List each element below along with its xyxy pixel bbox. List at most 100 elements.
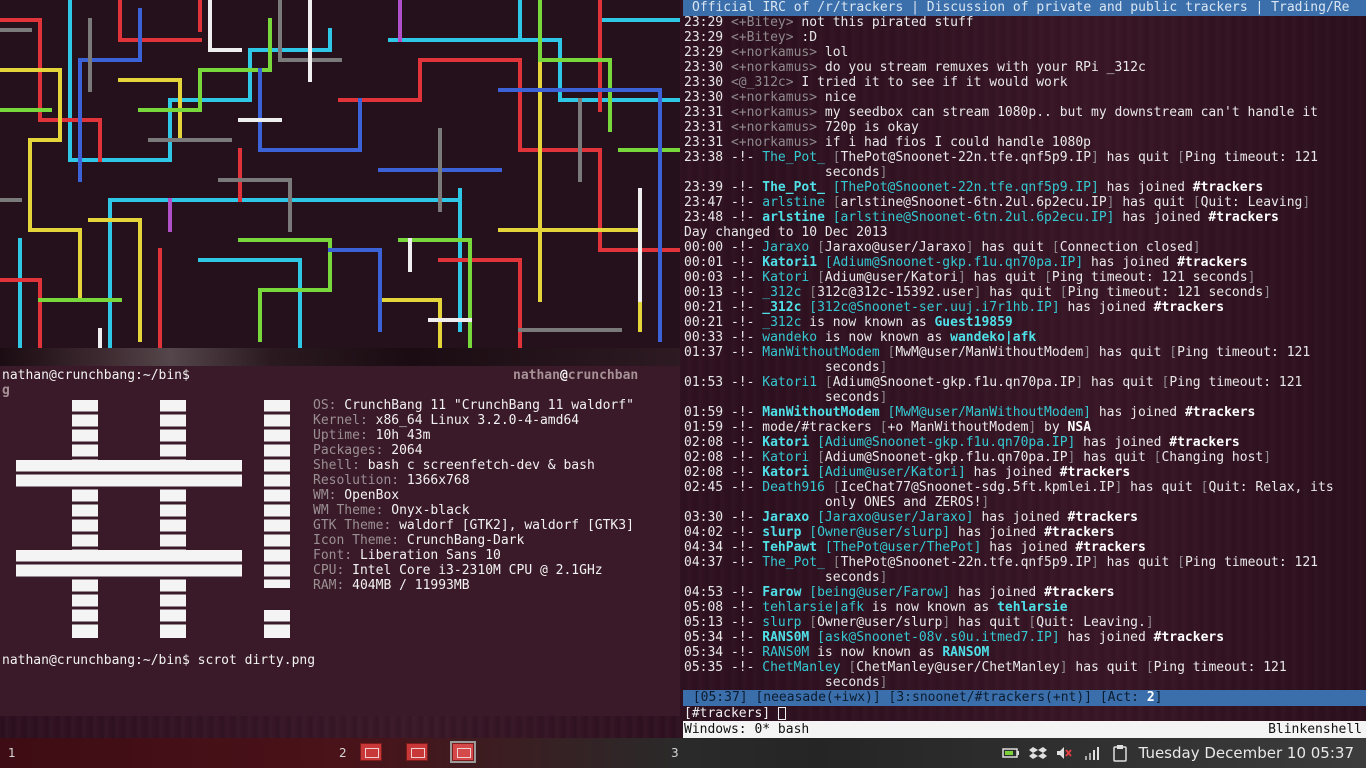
pipes-terminal[interactable] <box>0 0 680 348</box>
chat-segment: has quit <box>1083 375 1162 390</box>
info-key: Uptime: <box>313 428 368 443</box>
chat-segment: Katori <box>762 465 810 480</box>
chat-segment: ] <box>879 390 888 405</box>
chat-segment: ThePot@Snoonet-22n.tfe.qnf5p9.IP <box>840 555 1092 570</box>
terminal-command: nathan@crunchbang:~/bin$ scrot dirty.png <box>2 653 316 668</box>
chat-segment: -!- <box>730 480 763 495</box>
chat-segment: ] <box>879 675 888 690</box>
chat-segment: has quit <box>1114 195 1193 210</box>
chat-segment: seconds <box>684 675 880 690</box>
chat-segment: Ping timeout: 121 seconds <box>1051 270 1248 285</box>
prompt-wrap: g <box>2 383 10 398</box>
chat-line: 23:39 -!- The_Pot_ [ThePot@Snoonet-22n.t… <box>684 180 1364 195</box>
clock[interactable]: Tuesday December 10 05:37 <box>1139 744 1354 762</box>
crunchbang-logo <box>16 400 296 638</box>
chat-segment: -!- <box>730 210 763 225</box>
chat-segment: 23:29 <box>684 45 731 60</box>
chat-segment: -!- <box>730 585 763 600</box>
chat-segment: -!- <box>730 405 763 420</box>
chat-segment: 00:21 <box>684 315 731 330</box>
chat-line: 02:08 -!- Katori [Adium@Snoonet-gkp.f1u.… <box>684 435 1364 450</box>
chat-line: 00:33 -!- wandeko is now known as wandek… <box>684 330 1364 345</box>
chat-line: 23:47 -!- arlstine [arlstine@Snoonet-6tn… <box>684 195 1364 210</box>
chat-segment: -!- <box>730 315 763 330</box>
chat-segment: ManWithoutModem <box>762 405 880 420</box>
chat-segment: tehlarsie <box>997 600 1068 615</box>
info-key: WM Theme: <box>313 503 384 518</box>
chat-segment: Jaraxo <box>762 240 810 255</box>
chat-segment: +o ManWithoutModem <box>887 420 1029 435</box>
chat-segment: 05:13 <box>684 615 731 630</box>
chat-segment: Adium@user/Katori <box>824 270 958 285</box>
chat-segment: mode/#trackers <box>762 420 880 435</box>
chat-line: 23:29 <+norkamus> lol <box>684 45 1364 60</box>
info-row: Uptime: 10h 43m <box>313 428 430 443</box>
chat-segment: -!- <box>730 600 763 615</box>
chat-segment: Death916 <box>762 480 825 495</box>
dropbox-icon[interactable] <box>1029 744 1047 762</box>
chat-segment: #trackers <box>1067 510 1138 525</box>
chat-segment: -!- <box>730 525 763 540</box>
screenfetch-terminal[interactable]: nathan@crunchbang:~/bin$ nathan@crunchba… <box>0 348 680 716</box>
info-value: CrunchBang 11 "CrunchBang 11 waldorf" <box>336 398 634 413</box>
chat-log: 23:29 <+Bitey> not this pirated stuff 23:… <box>684 15 1364 690</box>
chat-segment: has quit <box>973 240 1052 255</box>
workspace-1[interactable]: 1 <box>8 746 16 760</box>
chat-segment: my seedbox can stream 1080p.. but my dow… <box>817 105 1318 120</box>
info-key: Kernel: <box>313 413 368 428</box>
chat-line: 01:53 -!- Katori1 [Adium@Snoonet-gkp.f1u… <box>684 375 1364 390</box>
chat-segment: RANS0M <box>762 645 810 660</box>
battery-icon[interactable] <box>1002 744 1020 762</box>
network-signal-icon[interactable] <box>1083 744 1101 762</box>
chat-segment: do you stream remuxes with your RPi _312… <box>817 60 1146 75</box>
chat-input-line[interactable]: [#trackers] <box>684 706 1364 721</box>
tmux-window-bar: Windows: 0* bash Blinkenshell <box>683 721 1366 738</box>
info-row: WM: OpenBox <box>313 488 399 503</box>
chat-line: seconds] <box>684 360 1364 375</box>
chat-segment: #trackers <box>1059 465 1131 480</box>
chat-segment: has joined <box>1075 435 1170 450</box>
status-window: [3:snoonet/#trackers(+nt)] <box>880 690 1093 705</box>
chat-segment: -!- <box>730 255 763 270</box>
chat-segment: 02:08 <box>684 435 731 450</box>
chat-segment: ] <box>965 240 974 255</box>
chat-segment: 00:03 <box>684 270 731 285</box>
workspace-2[interactable]: 2 <box>339 746 347 760</box>
chat-segment: [Adium@Snoonet-gkp.f1u.qn70pa.IP] <box>809 435 1076 450</box>
task-button-1[interactable] <box>360 743 382 761</box>
chat-segment: 00:21 <box>684 300 731 315</box>
chat-segment: Katori <box>762 435 810 450</box>
chat-segment: [ <box>824 480 841 495</box>
chat-segment: has joined <box>1059 630 1154 645</box>
chat-segment: has joined <box>1091 405 1185 420</box>
chat-segment: 05:08 <box>684 600 731 615</box>
chat-line: 02:45 -!- Death916 [IceChat77@Snoonet-sd… <box>684 480 1364 495</box>
chat-segment: arlstine <box>762 195 825 210</box>
chat-segment: <+norkamus> <box>730 60 818 75</box>
chat-segment: #trackers <box>1177 255 1248 270</box>
chat-segment: #trackers <box>1044 585 1115 600</box>
chat-segment: Ping timeout: 121 <box>1169 375 1303 390</box>
status-time: [05:37] <box>685 690 748 705</box>
task-button-3[interactable] <box>450 741 476 763</box>
chat-segment: <+norkamus> <box>730 45 818 60</box>
chat-segment: Jaraxo <box>762 510 810 525</box>
volume-muted-icon[interactable] <box>1055 744 1073 762</box>
info-value: 1366x768 <box>399 473 470 488</box>
clipboard-icon[interactable] <box>1111 744 1129 762</box>
chat-segment: 04:34 <box>684 540 731 555</box>
chat-line: 00:13 -!- _312c [312c@312c-15392.user] h… <box>684 285 1364 300</box>
tmux-windows-list[interactable]: Windows: 0* bash <box>684 722 809 737</box>
chat-line: 23:48 -!- arlstine [arlstine@Snoonet-6tn… <box>684 210 1364 225</box>
info-row: OS: CrunchBang 11 "CrunchBang 11 waldorf… <box>313 398 634 413</box>
wallpaper-strip <box>0 348 680 366</box>
chat-segment: slurp <box>762 615 802 630</box>
task-button-2[interactable] <box>406 743 428 761</box>
irssi-terminal[interactable]: Official IRC of /r/trackers | Discussion… <box>683 0 1366 738</box>
chat-segment: 04:53 <box>684 585 731 600</box>
chat-line: 23:31 <+norkamus> my seedbox can stream … <box>684 105 1364 120</box>
chat-segment: has joined <box>973 510 1068 525</box>
chat-line: 23:30 <+norkamus> do you stream remuxes … <box>684 60 1364 75</box>
workspace-3[interactable]: 3 <box>671 746 679 760</box>
chat-segment: TehPawt <box>762 540 818 555</box>
